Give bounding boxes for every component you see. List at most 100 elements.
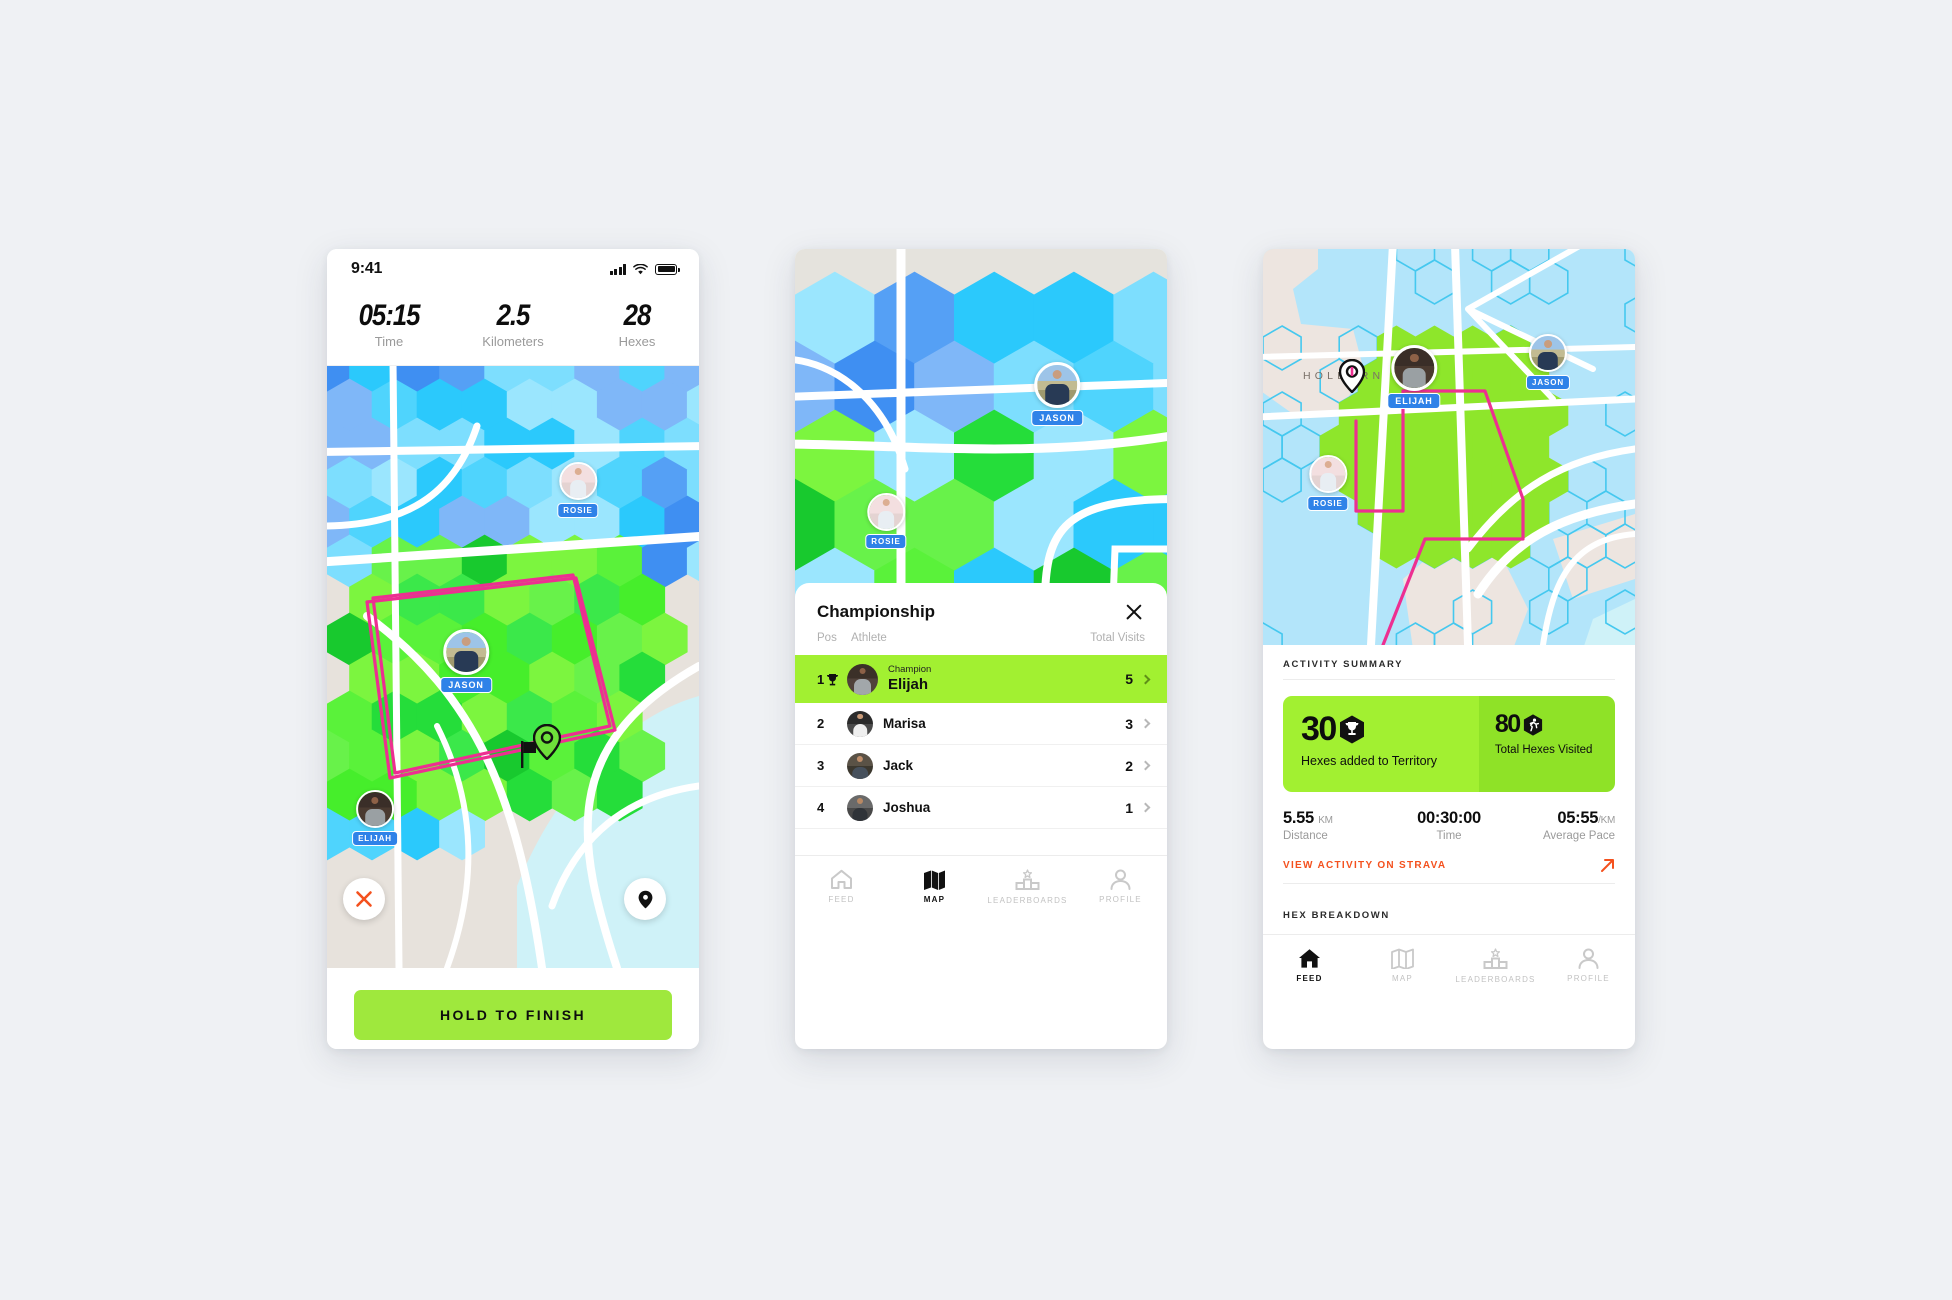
trophy-icon: [827, 673, 839, 685]
stat-time-label: Time: [1436, 830, 1462, 842]
avatar: [1529, 334, 1567, 372]
tab-map[interactable]: MAP: [1356, 948, 1449, 983]
stat-distance-value: 5.55: [1283, 809, 1314, 827]
home-icon: [831, 869, 852, 889]
tab-feed[interactable]: FEED: [795, 869, 888, 904]
person-icon: [1578, 948, 1599, 969]
stat-time: 00:30:00 Time: [1394, 809, 1505, 842]
tab-label: LEADERBOARDS: [987, 895, 1068, 905]
avatar: [355, 790, 394, 828]
stat-pace-label: Average Pace: [1542, 830, 1616, 842]
map-pin-rosie[interactable]: ROSIE: [865, 493, 907, 549]
tab-map[interactable]: MAP: [888, 869, 981, 904]
stat-pace-value: 05:55: [1557, 809, 1599, 827]
podium-star-icon: [1483, 947, 1508, 969]
map-pin-elijah[interactable]: ELIJAH: [1387, 345, 1441, 409]
avatar: [847, 752, 873, 779]
stat-distance-label: Distance: [1283, 830, 1328, 842]
current-position-pin-icon: [533, 724, 561, 760]
table-row[interactable]: 1 Champion Elijah 5: [795, 655, 1167, 703]
row-position: 3: [817, 758, 825, 773]
column-header-pos: Pos: [817, 632, 837, 644]
stat-kilometers: 2.5 Kilometers: [451, 299, 575, 349]
tab-label: FEED: [1296, 974, 1323, 983]
stat-time-value: 00:30:00: [1417, 809, 1481, 827]
pin-label-jason: JASON: [440, 676, 492, 693]
stat-kilometers-label: Kilometers: [482, 334, 544, 349]
close-activity-button[interactable]: [343, 878, 385, 920]
hex-runner-icon: [1523, 713, 1543, 736]
chevron-right-icon: [1140, 760, 1151, 771]
start-position-pin-icon: [1339, 359, 1365, 393]
person-icon: [1110, 869, 1131, 890]
hexes-visited-label: Total Hexes Visited: [1494, 744, 1593, 756]
pin-label-elijah: ELIJAH: [1387, 392, 1441, 409]
pin-label-rosie: ROSIE: [865, 534, 907, 549]
sheet-title: Championship: [817, 602, 936, 621]
tracking-map[interactable]: ROSIE JASON ELIJAH: [327, 366, 699, 968]
avatar: [442, 629, 489, 675]
status-time: 9:41: [351, 260, 383, 277]
map-pin-jason[interactable]: JASON: [1031, 362, 1083, 426]
activity-summary-heading: ACTIVITY SUMMARY: [1283, 659, 1404, 670]
hexes-visited-value-row: 80: [1495, 712, 1615, 737]
hexes-added-label: Hexes added to Territory: [1301, 754, 1437, 768]
stat-hexes-label: Hexes: [618, 334, 656, 349]
view-on-strava-link[interactable]: VIEW ACTIVITY ON STRAVA: [1263, 854, 1635, 883]
map-icon: [1391, 948, 1414, 969]
stat-time: 05:15 Time: [327, 299, 451, 349]
hex-breakdown-heading: HEX BREAKDOWN: [1283, 910, 1390, 921]
tab-label: MAP: [923, 895, 946, 904]
tab-profile[interactable]: PROFILE: [1074, 869, 1167, 904]
stat-pace: 05:55/KM Average Pace: [1504, 809, 1615, 842]
battery-icon: [655, 263, 680, 275]
tab-label: FEED: [828, 895, 855, 904]
column-header-athlete: Athlete: [851, 632, 887, 644]
stat-hexes-value: 28: [623, 299, 652, 332]
tab-label: PROFILE: [1567, 974, 1610, 983]
recenter-location-button[interactable]: [624, 878, 666, 920]
table-row[interactable]: 3 Jack 2: [795, 745, 1167, 787]
hexes-visited-card: 80 Total Hexes Visited: [1478, 696, 1615, 792]
chevron-right-icon: [1140, 718, 1151, 729]
status-bar: 9:41: [327, 249, 699, 289]
pin-label-rosie: ROSIE: [1307, 496, 1349, 511]
tab-leaderboards[interactable]: LEADERBOARDS: [1449, 947, 1542, 984]
close-x-icon: [356, 891, 372, 907]
leaderboard-sheet: Championship Pos Athlete Total Visits 1 …: [795, 583, 1167, 829]
tab-label: MAP: [1392, 974, 1413, 983]
map-pin-jason[interactable]: JASON: [1525, 334, 1571, 390]
hold-to-finish-button[interactable]: HOLD TO FINISH: [354, 990, 672, 1040]
row-visits: 1: [1125, 799, 1133, 816]
tab-label: LEADERBOARDS: [1455, 974, 1536, 984]
stat-time-label: Time: [374, 334, 404, 349]
tab-leaderboards[interactable]: LEADERBOARDS: [981, 868, 1074, 905]
screenshot-stage: 9:41 05:15 Time 2.5 Kilometers 28 Hexes: [0, 0, 1952, 1300]
stat-time-value: 05:15: [358, 299, 421, 332]
tab-feed[interactable]: FEED: [1263, 948, 1356, 983]
tab-profile[interactable]: PROFILE: [1542, 948, 1635, 983]
status-icons: [609, 263, 680, 275]
avatar: [559, 462, 597, 500]
territory-map[interactable]: JASON ROSIE: [795, 249, 1167, 597]
phone-screen-activity-summary: HOLBORN ELIJAH JASON ROSIE ACTIVITY SUMM…: [1263, 249, 1635, 1049]
divider: [1283, 679, 1615, 680]
avatar: [1391, 345, 1437, 391]
pin-label-rosie: ROSIE: [557, 503, 599, 518]
map-pin-rosie[interactable]: ROSIE: [557, 462, 599, 518]
map-pin-rosie[interactable]: ROSIE: [1307, 455, 1349, 511]
tab-label: PROFILE: [1099, 895, 1142, 904]
row-visits: 3: [1125, 715, 1133, 732]
activity-map[interactable]: HOLBORN ELIJAH JASON ROSIE: [1263, 249, 1635, 645]
close-sheet-button[interactable]: [1123, 601, 1145, 623]
hexes-added-card: 30 Hexes added to Territory: [1283, 696, 1479, 792]
map-pin-jason[interactable]: JASON: [440, 629, 492, 693]
map-pin-elijah[interactable]: ELIJAH: [352, 790, 398, 846]
avatar: [847, 663, 878, 695]
tab-bar: FEED MAP LEADERBOARDS PROFILE: [1263, 934, 1635, 996]
stat-pace-value-row: 05:55/KM: [1504, 809, 1615, 828]
hexes-visited-value: 80: [1494, 710, 1521, 738]
table-row[interactable]: 4 Joshua 1: [795, 787, 1167, 829]
stat-pace-unit: /KM: [1598, 815, 1616, 826]
table-row[interactable]: 2 Marisa 3: [795, 703, 1167, 745]
